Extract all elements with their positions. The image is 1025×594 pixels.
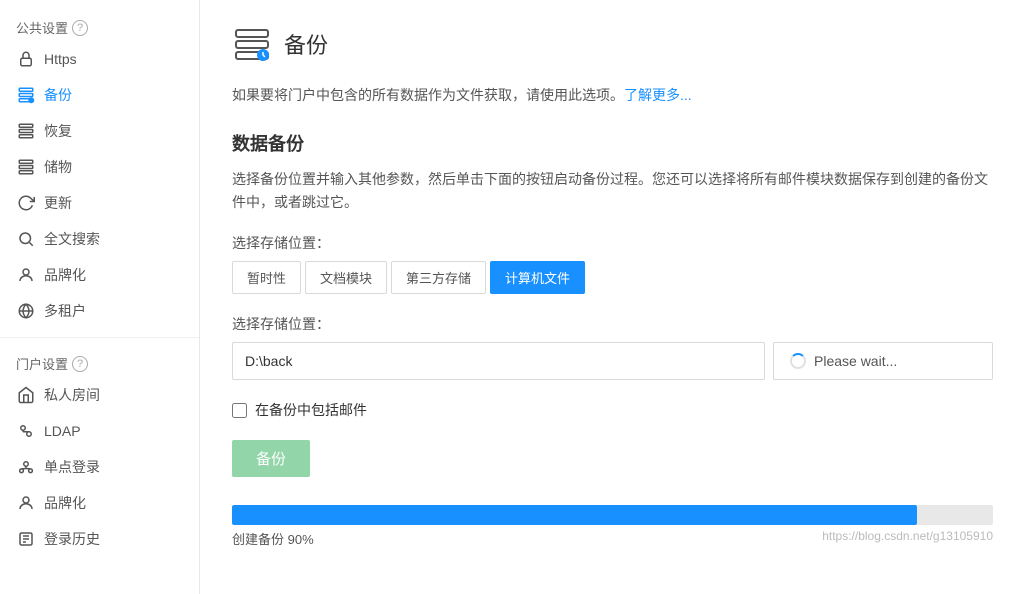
include-email-checkbox[interactable]: [232, 403, 247, 418]
please-wait-label: Please wait...: [814, 353, 897, 369]
sso-icon: [16, 457, 36, 477]
public-section-title: 公共设置 ?: [0, 10, 199, 41]
sidebar-item-storage[interactable]: 储物: [0, 149, 199, 185]
sidebar-item-branding2[interactable]: 品牌化: [0, 485, 199, 521]
portal-help-icon[interactable]: ?: [72, 356, 88, 372]
storage-btn-temp[interactable]: 暂时性: [232, 261, 301, 294]
sidebar-item-ldap[interactable]: LDAP: [0, 413, 199, 449]
restore-icon: [16, 121, 36, 141]
storage-buttons: 暂时性 文档模块 第三方存储 计算机文件: [232, 261, 993, 294]
sidebar-item-update[interactable]: 更新: [0, 185, 199, 221]
sidebar-item-privateroom[interactable]: 私人房间: [0, 377, 199, 413]
sidebar-item-https[interactable]: Https: [0, 41, 199, 77]
path-label: 选择存储位置：: [232, 314, 993, 334]
progress-info: 创建备份 90% https://blog.csdn.net/g13105910: [232, 529, 993, 548]
public-help-icon[interactable]: ?: [72, 20, 88, 36]
path-row: Please wait...: [232, 342, 993, 380]
storage-icon: [16, 157, 36, 177]
progress-label: 创建备份 90%: [232, 529, 314, 548]
globe-icon: [16, 301, 36, 321]
backup-icon: [16, 85, 36, 105]
sidebar-item-fulltext[interactable]: 全文搜索: [0, 221, 199, 257]
sidebar-item-restore[interactable]: 恢复: [0, 113, 199, 149]
main-content: 备份 如果要将门户中包含的所有数据作为文件获取，请使用此选项。了解更多... 数…: [200, 0, 1025, 594]
section-desc: 选择备份位置并输入其他参数，然后单击下面的按钮启动备份过程。您还可以选择将所有邮…: [232, 168, 993, 213]
sidebar-item-sso[interactable]: 单点登录: [0, 449, 199, 485]
page-header-icon: [232, 24, 272, 64]
brand-icon: [16, 265, 36, 285]
ldap-icon: [16, 421, 36, 441]
learn-more-link[interactable]: 了解更多...: [624, 87, 692, 103]
fulltext-search-icon: [16, 229, 36, 249]
sidebar-item-loginhistory[interactable]: 登录历史: [0, 521, 199, 557]
include-email-row: 在备份中包括邮件: [232, 400, 993, 420]
room-icon: [16, 385, 36, 405]
path-input[interactable]: [232, 342, 765, 380]
watermark: https://blog.csdn.net/g13105910: [822, 529, 993, 548]
progress-container: 创建备份 90% https://blog.csdn.net/g13105910: [232, 505, 993, 548]
sidebar-item-backup[interactable]: 备份: [0, 77, 199, 113]
loading-spinner: [790, 353, 806, 369]
storage-btn-third[interactable]: 第三方存储: [391, 261, 486, 294]
storage-label: 选择存储位置：: [232, 233, 993, 253]
page-header: 备份: [232, 24, 993, 64]
storage-btn-local[interactable]: 计算机文件: [490, 261, 585, 294]
progress-bar-fill: [232, 505, 917, 525]
backup-button[interactable]: 备份: [232, 440, 310, 477]
update-icon: [16, 193, 36, 213]
sidebar: 公共设置 ? Https 备份: [0, 0, 200, 594]
include-email-label: 在备份中包括邮件: [255, 400, 367, 420]
brand2-icon: [16, 493, 36, 513]
sidebar-item-multitenant[interactable]: 多租户: [0, 293, 199, 329]
page-title: 备份: [284, 28, 328, 60]
page-description: 如果要将门户中包含的所有数据作为文件获取，请使用此选项。了解更多...: [232, 84, 993, 106]
storage-btn-docs[interactable]: 文档模块: [305, 261, 387, 294]
portal-section-title: 门户设置 ?: [0, 346, 199, 377]
progress-bar-background: [232, 505, 993, 525]
section-title: 数据备份: [232, 130, 993, 156]
please-wait-box: Please wait...: [773, 342, 993, 380]
history-icon: [16, 529, 36, 549]
lock-icon: [16, 49, 36, 69]
sidebar-item-branding[interactable]: 品牌化: [0, 257, 199, 293]
